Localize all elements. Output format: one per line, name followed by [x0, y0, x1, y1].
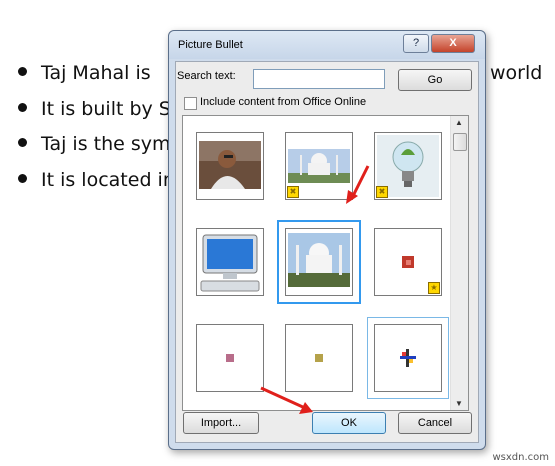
bullet-dot: [18, 138, 27, 147]
picture-cell[interactable]: [196, 228, 264, 296]
scroll-up-icon[interactable]: ▲: [455, 118, 463, 127]
bullet-dot: [18, 174, 27, 183]
bullet-line-1: Taj Mahal is: [18, 62, 151, 84]
person-photo-icon: [199, 141, 261, 189]
cancel-button[interactable]: Cancel: [398, 412, 472, 434]
bullet-text: It is located in: [41, 169, 175, 191]
picture-cell[interactable]: ✖: [374, 132, 442, 200]
search-input[interactable]: [253, 69, 385, 89]
cross-bullet-icon: [400, 349, 416, 367]
online-badge-icon: ✖: [287, 186, 299, 198]
bullet-text: It is built by S: [41, 98, 171, 120]
bullet-text: Taj is the sym: [41, 133, 171, 155]
picture-cell[interactable]: ★: [374, 228, 442, 296]
bullet-line-2: It is built by S: [18, 98, 171, 120]
picture-cell[interactable]: [367, 317, 449, 399]
pink-square-bullet-icon: [226, 354, 234, 362]
annotation-arrow-icon: [260, 386, 313, 414]
include-online-label: Include content from Office Online: [200, 96, 367, 108]
scroll-down-icon[interactable]: ▼: [455, 399, 463, 408]
bullet-dot: [18, 67, 27, 76]
star-badge-icon: ★: [428, 282, 440, 294]
dialog-title: Picture Bullet: [178, 39, 243, 51]
bullet-text: Taj Mahal is: [41, 62, 151, 84]
picture-bullet-dialog: Picture Bullet ? X Search text: Go Inclu…: [168, 30, 486, 450]
picture-grid[interactable]: ✖ ✖ ★ ▲ ▼: [182, 115, 469, 411]
search-label: Search text:: [177, 70, 236, 82]
include-online-checkbox[interactable]: [184, 97, 197, 110]
picture-cell-selected[interactable]: [277, 220, 361, 304]
picture-cell[interactable]: [196, 132, 264, 200]
close-button[interactable]: X: [431, 34, 475, 53]
go-button[interactable]: Go: [398, 69, 472, 91]
help-button[interactable]: ?: [403, 34, 429, 53]
vertical-scrollbar[interactable]: ▲ ▼: [450, 116, 468, 410]
taj-mahal-selected-icon: [288, 233, 350, 287]
bullet-line-4: It is located in: [18, 169, 175, 191]
import-button[interactable]: Import...: [183, 412, 259, 434]
computer-monitor-icon: [200, 234, 260, 292]
annotation-arrow-icon: [346, 165, 370, 204]
bullet-line-1-tail: world: [490, 62, 543, 84]
watermark: wsxdn.com: [492, 452, 549, 463]
dialog-titlebar[interactable]: Picture Bullet ? X: [169, 31, 485, 59]
picture-cell[interactable]: [196, 324, 264, 392]
scroll-thumb[interactable]: [453, 133, 467, 151]
bullet-line-3: Taj is the sym: [18, 133, 171, 155]
bullet-dot: [18, 103, 27, 112]
